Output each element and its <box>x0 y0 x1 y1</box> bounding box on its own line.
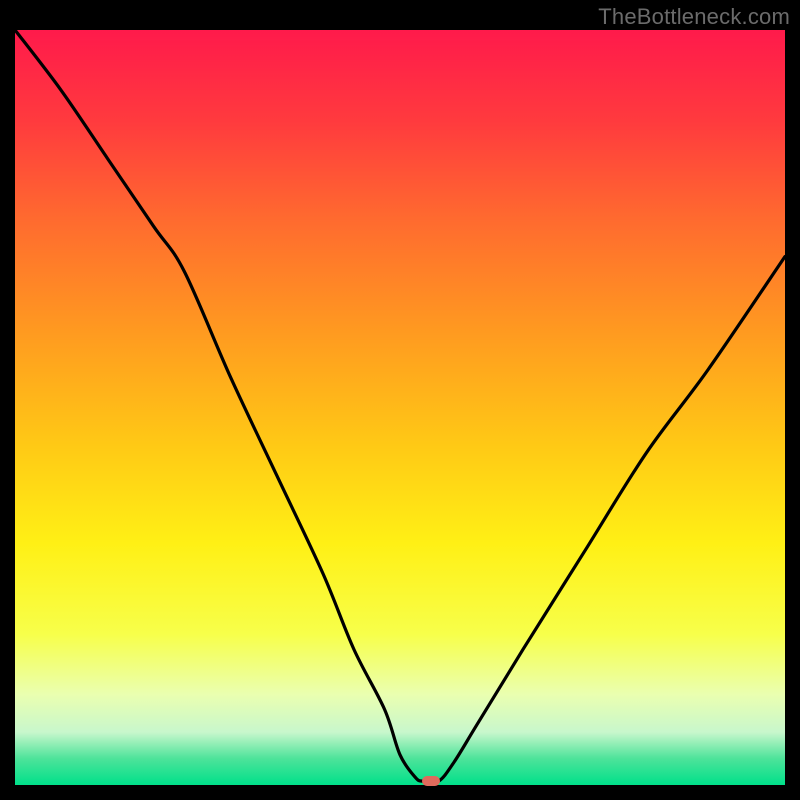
gradient-background <box>15 30 785 785</box>
bottleneck-chart <box>15 30 785 785</box>
optimal-point-marker <box>422 776 440 786</box>
chart-frame: TheBottleneck.com <box>0 0 800 800</box>
watermark-text: TheBottleneck.com <box>598 4 790 30</box>
plot-area <box>15 30 785 785</box>
